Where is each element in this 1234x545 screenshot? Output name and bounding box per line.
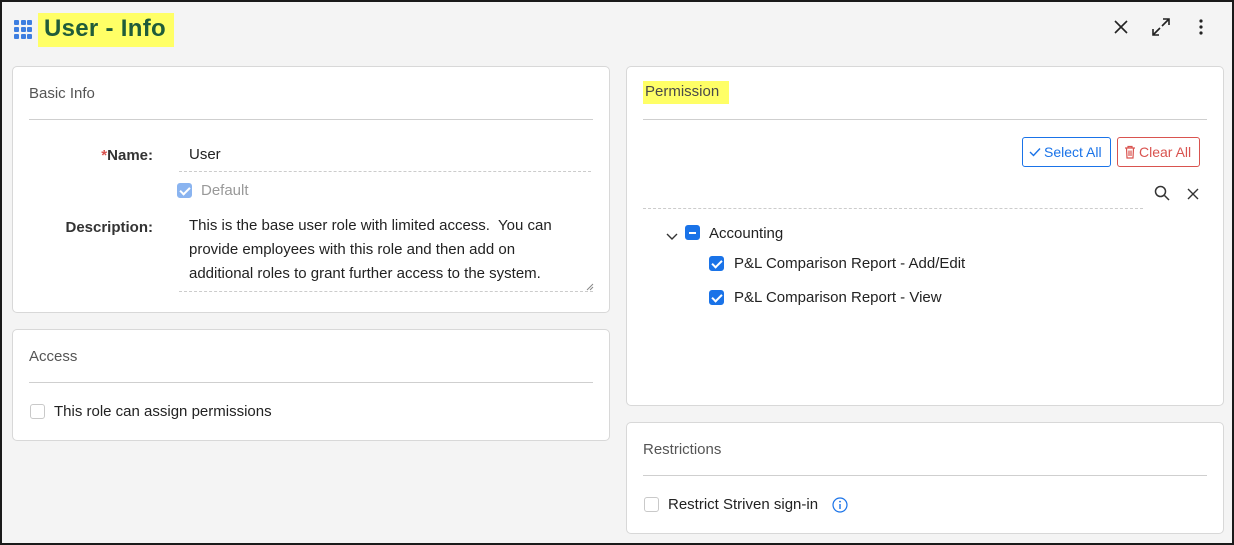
restrictions-title: Restrictions [643,441,722,458]
close-icon[interactable] [1110,16,1132,38]
restrictions-card: Restrictions Restrict Striven sign-in [626,422,1224,534]
name-label: *Name: [101,147,153,164]
default-checkbox[interactable] [177,183,192,198]
tree-toggle-chevron-down-icon[interactable] [666,228,678,240]
description-label: Description: [65,219,153,236]
resize-grip-icon[interactable] [584,281,594,291]
access-card: Access This role can assign permissions [12,329,610,441]
access-title: Access [29,348,78,365]
check-icon [1029,148,1041,157]
window-controls [1110,16,1212,38]
name-field[interactable]: User [189,146,221,163]
window-frame: User - Info Basic Info *Name: User Defau… [0,0,1234,545]
permission-search-input[interactable] [643,179,1143,209]
name-field-underline [179,171,591,172]
basic-info-title: Basic Info [29,85,95,102]
permission-item-checkbox[interactable] [709,290,724,305]
more-vertical-icon[interactable] [1190,16,1212,38]
expand-icon[interactable] [1150,16,1172,38]
divider [643,475,1207,476]
divider [29,119,593,120]
restrict-signin-label: Restrict Striven sign-in [668,496,819,513]
header: User - Info [14,12,174,48]
description-field[interactable] [179,214,593,292]
trash-icon [1125,145,1135,159]
accounting-checkbox[interactable] [685,225,700,240]
permission-card: Permission Select All Clear All Accounti… [626,66,1224,406]
permission-item-label[interactable]: P&L Comparison Report - View [734,289,942,306]
default-label: Default [201,182,249,199]
select-all-button[interactable]: Select All [1022,137,1111,167]
assign-permissions-checkbox[interactable] [30,404,45,419]
restrict-signin-checkbox[interactable] [644,497,659,512]
permission-item-checkbox[interactable] [709,256,724,271]
divider [29,382,593,383]
search-icon[interactable] [1154,185,1172,203]
page-title: User - Info [38,13,174,47]
divider [643,119,1207,120]
permission-title: Permission [643,81,730,104]
permission-item-label[interactable]: P&L Comparison Report - Add/Edit [734,255,965,272]
basic-info-card: Basic Info *Name: User Default Descripti… [12,66,610,313]
assign-permissions-label: This role can assign permissions [54,403,272,420]
clear-all-button[interactable]: Clear All [1117,137,1201,167]
clear-search-icon[interactable] [1187,187,1201,201]
tree-group-accounting[interactable]: Accounting [709,225,783,242]
info-icon[interactable] [832,497,848,513]
apps-grid-icon[interactable] [14,20,34,40]
